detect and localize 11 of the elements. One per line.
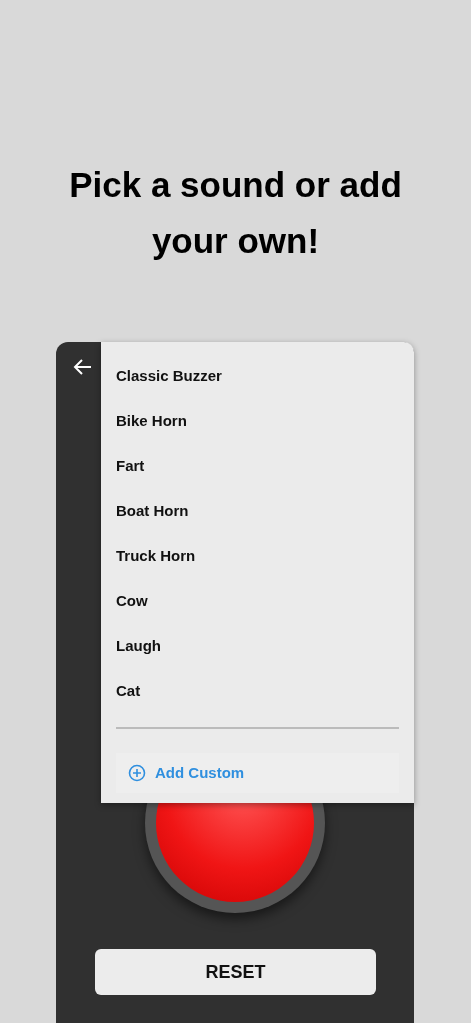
- menu-item[interactable]: Cat: [101, 669, 414, 714]
- menu-item[interactable]: Classic Buzzer: [101, 354, 414, 399]
- reset-button[interactable]: RESET: [95, 949, 376, 995]
- menu-item[interactable]: Laugh: [101, 624, 414, 669]
- headline: Pick a sound or add your own!: [68, 164, 403, 262]
- menu-item[interactable]: Boat Horn: [101, 489, 414, 534]
- menu-item[interactable]: Bike Horn: [101, 399, 414, 444]
- menu-item[interactable]: Truck Horn: [101, 534, 414, 579]
- add-icon: [128, 764, 146, 782]
- menu-item[interactable]: Fart: [101, 444, 414, 489]
- menu-item[interactable]: Cow: [101, 579, 414, 624]
